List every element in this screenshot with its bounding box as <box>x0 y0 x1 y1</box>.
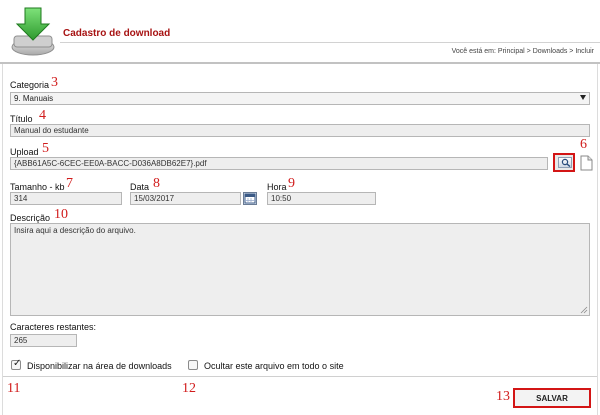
caracteres-counter: 265 <box>10 334 77 347</box>
annotation-10: 10 <box>54 207 68 222</box>
title-divider <box>60 42 600 43</box>
ocultar-label: Ocultar este arquivo em todo o site <box>204 361 344 371</box>
upload-input[interactable]: {ABB61A5C-6CEC-EE0A-BACC-D036A8DB62E7}.p… <box>10 157 548 170</box>
annotation-7: 7 <box>66 176 73 191</box>
hora-label: Hora <box>267 182 287 192</box>
calendar-button[interactable] <box>243 192 257 205</box>
breadcrumb: Você está em: Principal > Downloads > In… <box>451 48 594 55</box>
titulo-label: Título <box>10 114 33 124</box>
form-frame-left <box>2 64 3 415</box>
annotation-11: 11 <box>7 381 21 396</box>
form-frame-right <box>597 64 598 415</box>
header-divider <box>0 62 600 64</box>
annotation-5: 5 <box>42 141 49 156</box>
categoria-selected-value: 9. Manuais <box>14 94 54 103</box>
descricao-text: Insira aqui a descrição do arquivo. <box>14 226 136 235</box>
categoria-label: Categoria <box>10 80 50 90</box>
annotation-12: 12 <box>182 381 196 396</box>
titulo-input[interactable]: Manual do estudante <box>10 124 590 137</box>
hora-input[interactable]: 10:50 <box>267 192 376 205</box>
annotation-6: 6 <box>580 137 587 152</box>
annotation-8: 8 <box>153 176 160 191</box>
disponibilizar-label: Disponibilizar na área de downloads <box>27 361 172 371</box>
download-logo-icon <box>11 7 55 56</box>
upload-button-face <box>558 157 572 168</box>
resize-grip-icon[interactable] <box>580 306 588 314</box>
annotation-9: 9 <box>288 176 295 191</box>
annotation-13: 13 <box>496 389 510 404</box>
checkmark-icon: ✓ <box>13 358 22 369</box>
annotation-4: 4 <box>39 108 46 123</box>
page-title: Cadastro de download <box>63 28 171 39</box>
caracteres-label: Caracteres restantes: <box>10 322 97 332</box>
save-button[interactable]: SALVAR <box>513 388 591 408</box>
annotation-3: 3 <box>51 75 58 90</box>
descricao-label: Descrição <box>10 213 51 223</box>
descricao-textarea[interactable]: Insira aqui a descrição do arquivo. <box>10 223 590 316</box>
calendar-icon <box>244 193 256 204</box>
data-label: Data <box>130 182 150 192</box>
search-icon <box>561 158 571 167</box>
tamanho-label: Tamanho - kb <box>10 182 65 192</box>
file-icon[interactable] <box>580 155 593 171</box>
tamanho-input[interactable]: 314 <box>10 192 122 205</box>
upload-browse-button[interactable] <box>553 153 575 172</box>
categoria-select[interactable]: 9. Manuais <box>10 92 590 105</box>
disponibilizar-checkbox[interactable]: ✓ <box>11 358 22 370</box>
upload-label: Upload <box>10 147 39 157</box>
form-bottom-divider <box>3 376 597 377</box>
chevron-down-icon <box>580 95 586 100</box>
ocultar-checkbox[interactable] <box>188 360 198 370</box>
data-input[interactable]: 15/03/2017 <box>130 192 241 205</box>
